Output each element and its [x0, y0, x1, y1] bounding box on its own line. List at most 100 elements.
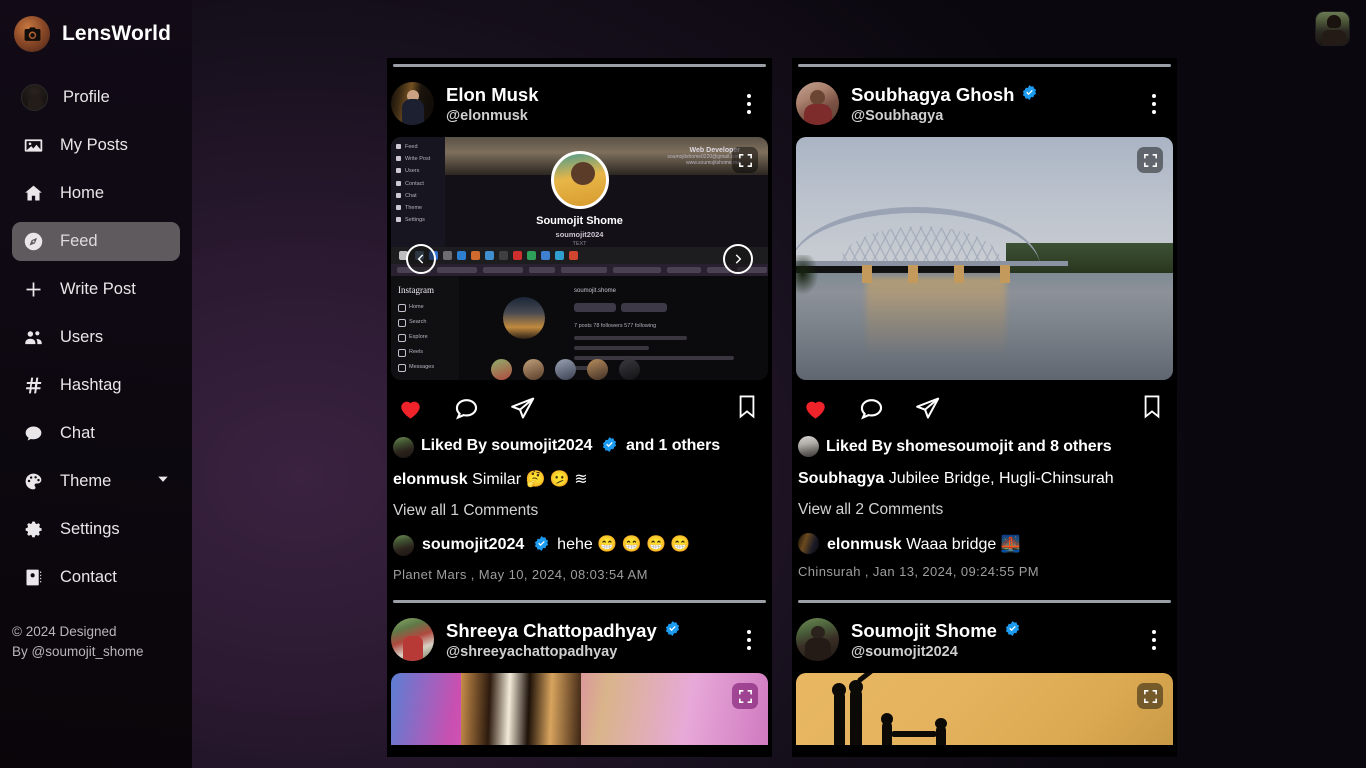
- post-handle[interactable]: @Soubhagya: [851, 108, 1038, 124]
- avatar: [798, 533, 819, 554]
- post-media[interactable]: Feed Write Post Users Contact Chat Theme…: [391, 137, 768, 380]
- sidebar-item-hashtag[interactable]: Hashtag: [12, 366, 180, 405]
- post-display-name[interactable]: Shreeya Chattopadhyay: [446, 620, 657, 642]
- bookmark-icon[interactable]: [736, 393, 760, 421]
- shot-menu-item: Chat: [395, 192, 430, 199]
- contact-card-icon: [22, 566, 45, 589]
- post-card: Shreeya Chattopadhyay @shreeyachattopadh…: [387, 594, 772, 757]
- post-meta: Chinsurah , Jan 13, 2024, 09:24:55 PM: [798, 564, 1040, 579]
- shot-ig-menu-item: Messages: [391, 364, 459, 372]
- heart-icon[interactable]: [800, 394, 830, 422]
- image-icon: [22, 134, 45, 157]
- post-display-name[interactable]: Elon Musk: [446, 84, 539, 106]
- avatar[interactable]: [1315, 11, 1350, 46]
- caption-user[interactable]: Soubhagya: [798, 470, 884, 487]
- sidebar-item-users[interactable]: Users: [12, 318, 180, 357]
- view-all-comments-link[interactable]: View all 2 Comments: [792, 489, 1177, 519]
- home-icon: [22, 182, 45, 205]
- sidebar-item-write-post[interactable]: Write Post: [12, 270, 180, 309]
- comment-icon[interactable]: [451, 394, 481, 422]
- comment-body: hehe 😁 😁 😁 😁: [557, 536, 691, 553]
- shot-ig-stats: 7 posts 78 followers 577 following: [574, 323, 657, 329]
- view-all-comments-link[interactable]: View all 1 Comments: [387, 490, 772, 520]
- post-display-name[interactable]: Soubhagya Ghosh: [851, 84, 1014, 106]
- liked-by-row: Liked By soumojit2024 and 1 others: [387, 428, 772, 458]
- sidebar-item-label: Theme: [60, 472, 112, 490]
- carousel-next-button[interactable]: [723, 243, 753, 274]
- sidebar-item-feed[interactable]: Feed: [12, 222, 180, 261]
- sidebar-item-my-posts[interactable]: My Posts: [12, 126, 180, 165]
- share-icon[interactable]: [507, 394, 537, 422]
- liked-by-others[interactable]: 1 others: [659, 437, 721, 454]
- share-icon[interactable]: [912, 394, 942, 422]
- avatar[interactable]: [796, 618, 839, 661]
- feed: Elon Musk @elonmusk Feed Write Post User…: [192, 0, 1366, 768]
- bookmark-icon[interactable]: [1141, 393, 1165, 421]
- carousel-prev-button[interactable]: [406, 243, 436, 274]
- shot-web-title: Web Developer: [689, 147, 740, 154]
- liked-by-and: and: [626, 437, 655, 454]
- comment-icon[interactable]: [856, 394, 886, 422]
- post-image: [796, 137, 1173, 380]
- heart-icon[interactable]: [395, 394, 425, 422]
- shot-ig-brand: Instagram: [398, 285, 434, 295]
- sidebar-item-label: Feed: [60, 232, 98, 250]
- avatar[interactable]: [391, 82, 434, 125]
- liked-by-user[interactable]: soumojit2024: [491, 437, 592, 454]
- chat-bubble-icon: [22, 422, 45, 445]
- post-handle[interactable]: @elonmusk: [446, 108, 539, 124]
- sidebar-item-settings[interactable]: Settings: [12, 510, 180, 549]
- shot-profile-handle: soumojit2024: [555, 230, 604, 239]
- shot-ig-menu-item: Home: [391, 304, 459, 312]
- comment-user[interactable]: soumojit2024: [422, 536, 524, 553]
- avatar[interactable]: [391, 618, 434, 661]
- expand-icon[interactable]: [1137, 683, 1163, 709]
- palette-icon: [22, 470, 45, 493]
- comment-user[interactable]: elonmusk: [827, 536, 902, 553]
- sidebar-item-home[interactable]: Home: [12, 174, 180, 213]
- sidebar-item-chat[interactable]: Chat: [12, 414, 180, 453]
- chevron-down-icon[interactable]: [156, 472, 170, 491]
- sidebar-item-contact[interactable]: Contact: [12, 558, 180, 597]
- kebab-menu-icon[interactable]: [738, 628, 760, 652]
- shot-web-info: Web Developer soumojitshome0220@gmail.co…: [667, 147, 740, 166]
- avatar[interactable]: [796, 82, 839, 125]
- caption-user[interactable]: elonmusk: [393, 471, 468, 488]
- post-handle[interactable]: @soumojit2024: [851, 644, 1021, 660]
- avatar: [798, 436, 819, 457]
- post-display-name[interactable]: Soumojit Shome: [851, 620, 997, 642]
- sidebar-item-label: Write Post: [60, 280, 136, 298]
- shot-ig-menu-item: Search: [391, 319, 459, 327]
- post-media[interactable]: [391, 673, 768, 745]
- sidebar-item-profile[interactable]: Profile: [12, 78, 180, 117]
- post-actions: [792, 380, 1177, 428]
- expand-icon[interactable]: [732, 683, 758, 709]
- shot-ig-menu-item: Reels: [391, 349, 459, 357]
- liked-by-user[interactable]: shomesoumojit: [896, 438, 1013, 455]
- comment-row: soumojit2024 hehe 😁 😁 😁 😁: [387, 520, 772, 557]
- shot-menu-item: Users: [395, 168, 430, 174]
- post-media[interactable]: [796, 673, 1173, 745]
- kebab-menu-icon[interactable]: [1143, 92, 1165, 116]
- post-media[interactable]: [796, 137, 1173, 380]
- liked-by-row: Liked By shomesoumojit and 8 others: [792, 428, 1177, 457]
- app-root: LensWorld Profile My Posts Home Feed Wri…: [0, 0, 1366, 768]
- sidebar-item-theme[interactable]: Theme: [12, 462, 180, 501]
- comment-row: elonmusk Waaa bridge 🌉: [792, 519, 1177, 554]
- liked-by-others[interactable]: 8 others: [1050, 438, 1112, 455]
- verified-badge-icon: [664, 620, 681, 642]
- feed-grid: Elon Musk @elonmusk Feed Write Post User…: [387, 58, 1177, 757]
- sidebar-item-label: Settings: [60, 520, 120, 538]
- post-image: Feed Write Post Users Contact Chat Theme…: [391, 137, 768, 380]
- expand-icon[interactable]: [732, 147, 758, 173]
- kebab-menu-icon[interactable]: [738, 92, 760, 116]
- shot-menu-item: Write Post: [395, 156, 430, 162]
- sidebar-item-label: Users: [60, 328, 104, 346]
- post-card: Soumojit Shome @soumojit2024: [792, 594, 1177, 757]
- post-handle[interactable]: @shreeyachattopadhyay: [446, 644, 681, 660]
- brand[interactable]: LensWorld: [0, 0, 192, 56]
- kebab-menu-icon[interactable]: [1143, 628, 1165, 652]
- post-header: Elon Musk @elonmusk: [387, 67, 772, 137]
- expand-icon[interactable]: [1137, 147, 1163, 173]
- copyright-line-2: By @soumojit_shome: [12, 644, 144, 659]
